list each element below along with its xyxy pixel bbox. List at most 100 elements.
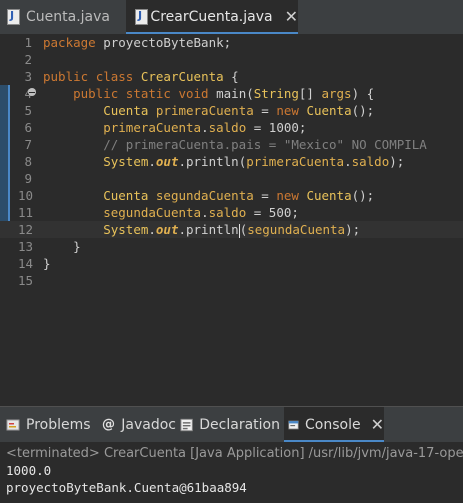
- code-token: ();: [351, 188, 375, 203]
- code-line[interactable]: 10 Cuenta segundaCuenta = new Cuenta();: [0, 187, 463, 204]
- code-token: .println: [178, 222, 239, 237]
- code-text: Cuenta primeraCuenta = new Cuenta();: [43, 102, 374, 119]
- code-token: {: [223, 69, 239, 84]
- code-token: public: [73, 86, 119, 101]
- code-token: Cuenta: [306, 103, 352, 118]
- tab-label: CrearCuenta.java: [150, 9, 273, 25]
- code-token: .println(: [178, 154, 247, 169]
- console-status: <terminated> CrearCuenta [Java Applicati…: [6, 446, 463, 461]
- console-output[interactable]: <terminated> CrearCuenta [Java Applicati…: [0, 442, 463, 503]
- code-line[interactable]: 4 public static void main(String[] args)…: [0, 85, 463, 102]
- code-token: =: [253, 188, 277, 203]
- close-icon[interactable]: ✕: [285, 9, 298, 25]
- java-file-icon: [6, 9, 20, 25]
- code-line[interactable]: 5 Cuenta primeraCuenta = new Cuenta();: [0, 102, 463, 119]
- code-line[interactable]: 15: [0, 272, 463, 289]
- code-token: }: [43, 239, 81, 254]
- code-line[interactable]: 1 package proyectoByteBank;: [0, 34, 463, 51]
- code-token: []: [298, 86, 322, 101]
- code-token: .: [201, 205, 209, 220]
- code-line[interactable]: 11 segundaCuenta.saldo = 500;: [0, 204, 463, 221]
- code-token: }: [43, 256, 51, 271]
- tab-console[interactable]: Console ✕: [284, 407, 384, 443]
- code-line[interactable]: 7 // primeraCuenta.pais = "Mexico" NO CO…: [0, 136, 463, 153]
- code-line[interactable]: 8 System.out.println(primeraCuenta.saldo…: [0, 153, 463, 170]
- tab-declaration[interactable]: Declaration: [180, 407, 280, 443]
- code-token: ) {: [351, 86, 375, 101]
- declaration-icon: [180, 418, 193, 432]
- code-token: CrearCuenta: [140, 69, 224, 84]
- code-text: public class CrearCuenta {: [43, 68, 239, 85]
- code-text: package proyectoByteBank;: [43, 34, 231, 51]
- code-token: args: [321, 86, 352, 101]
- code-token: package: [43, 35, 96, 50]
- code-text: Cuenta segundaCuenta = new Cuenta();: [43, 187, 374, 204]
- code-text: public static void main(String[] args) {: [43, 85, 374, 102]
- code-token: // primeraCuenta.pais = "Mexico" NO COMP…: [103, 137, 427, 152]
- code-token: out: [155, 222, 179, 237]
- code-editor[interactable]: 1 package proyectoByteBank; 2 3 public class…: [0, 34, 463, 404]
- code-token: main(: [208, 86, 254, 101]
- code-line[interactable]: 9: [0, 170, 463, 187]
- code-token: .: [201, 120, 209, 135]
- code-line[interactable]: 6 primeraCuenta.saldo = 1000;: [0, 119, 463, 136]
- code-line[interactable]: 3 public class CrearCuenta {: [0, 68, 463, 85]
- bottom-panel-tab-bar: Problems @ Javadoc Declaration Console ✕: [0, 406, 463, 443]
- close-icon[interactable]: ✕: [371, 417, 384, 433]
- code-token: .: [148, 154, 156, 169]
- tab-label: Cuenta.java: [26, 9, 110, 25]
- code-token: out: [155, 154, 179, 169]
- code-token: proyectoByteBank;: [95, 35, 232, 50]
- code-token: );: [345, 222, 361, 237]
- code-token: Cuenta: [306, 188, 352, 203]
- code-token: =: [253, 103, 277, 118]
- tab-problems[interactable]: Problems: [6, 407, 98, 443]
- line-number: 12: [18, 222, 34, 237]
- line-number: 2: [24, 52, 32, 67]
- code-line[interactable]: 2: [0, 51, 463, 68]
- code-token: String: [253, 86, 299, 101]
- code-text: }: [43, 238, 81, 255]
- code-token: saldo: [208, 205, 247, 220]
- code-token: primeraCuenta: [155, 103, 254, 118]
- tab-cuenta-java[interactable]: Cuenta.java: [0, 0, 122, 34]
- code-text: // primeraCuenta.pais = "Mexico" NO COMP…: [43, 136, 427, 153]
- code-token: = 500;: [246, 205, 299, 220]
- code-token: );: [389, 154, 405, 169]
- code-line[interactable]: 12 System.out.println(segundaCuenta);: [0, 221, 463, 238]
- line-number: 6: [24, 120, 32, 135]
- line-number: 11: [18, 205, 34, 220]
- code-text: System.out.println(segundaCuenta);: [43, 221, 360, 238]
- code-line[interactable]: 14}: [0, 255, 463, 272]
- code-token: new: [276, 188, 299, 203]
- code-token: void: [178, 86, 209, 101]
- line-number: 5: [24, 103, 32, 118]
- code-token: primeraCuenta: [246, 154, 345, 169]
- code-token: Cuenta: [103, 188, 149, 203]
- line-number: 15: [18, 273, 34, 288]
- tab-javadoc[interactable]: @ Javadoc: [102, 407, 176, 443]
- fold-collapse-icon[interactable]: [28, 88, 36, 96]
- problems-icon: [6, 419, 20, 431]
- code-token: Cuenta: [103, 103, 149, 118]
- code-token: ();: [351, 103, 375, 118]
- code-token: class: [95, 69, 134, 84]
- javadoc-icon: @: [102, 417, 115, 432]
- console-icon: [288, 420, 299, 430]
- code-token: segundaCuenta: [155, 188, 254, 203]
- code-line[interactable]: 13 }: [0, 238, 463, 255]
- tab-crearcuenta-java[interactable]: CrearCuenta.java ✕: [126, 0, 298, 35]
- code-token: new: [276, 103, 299, 118]
- line-number: 7: [24, 137, 32, 152]
- code-token: saldo: [351, 154, 390, 169]
